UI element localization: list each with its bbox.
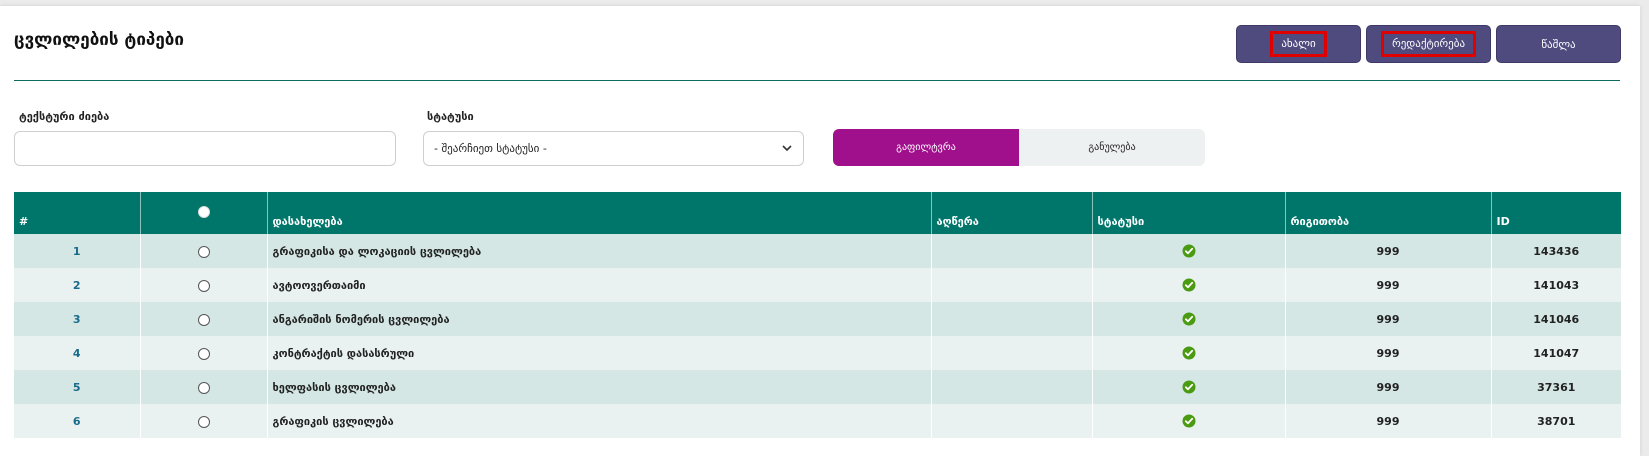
types-table: # დასახელება აღწერა სტატუსი რიგითობა ID … (14, 192, 1621, 438)
row-number: 3 (14, 302, 141, 336)
row-select-cell (140, 302, 268, 336)
page-title: ცვლილების ტიპები (14, 30, 184, 50)
table-header-row: # დასახელება აღწერა სტატუსი რიგითობა ID (14, 192, 1621, 234)
row-description (931, 268, 1093, 302)
row-status (1092, 404, 1286, 438)
new-button-label: ახალი (1270, 31, 1327, 57)
row-select-cell (140, 404, 268, 438)
header-divider (14, 80, 1620, 81)
row-description (931, 404, 1093, 438)
delete-button[interactable]: წაშლა (1496, 25, 1621, 63)
row-select-radio[interactable] (197, 381, 210, 394)
row-order: 999 (1285, 268, 1492, 302)
text-search-label: ტექსტური ძიება (19, 110, 110, 123)
row-select-radio[interactable] (197, 245, 210, 258)
row-name: გრაფიკისა და ლოკაციის ცვლილება (267, 234, 932, 268)
row-select-cell (140, 268, 268, 302)
row-description (931, 336, 1093, 370)
row-select-radio[interactable] (197, 347, 210, 360)
table-row[interactable]: 2 ავტოოვერთაიმი 999 141043 (14, 268, 1621, 302)
check-circle-icon (1182, 346, 1195, 360)
table-row[interactable]: 6 გრაფიკის ცვლილება 999 38701 (14, 404, 1621, 438)
row-status (1092, 370, 1286, 404)
top-actions: ახალი რედაქტირება წაშლა (1236, 25, 1621, 63)
filter-actions: გაფილტვრა განულება (833, 129, 1205, 166)
row-id: 37361 (1537, 380, 1576, 394)
col-header-num: # (14, 192, 141, 234)
text-search-input[interactable] (14, 131, 396, 166)
check-circle-icon (1182, 244, 1195, 258)
table-row[interactable]: 1 გრაფიკისა და ლოკაციის ცვლილება 999 143436 (14, 234, 1621, 268)
row-order: 999 (1285, 302, 1492, 336)
table-row[interactable]: 5 ხელფასის ცვლილება 999 37361 (14, 370, 1621, 404)
row-select-radio[interactable] (197, 313, 210, 326)
reset-button[interactable]: განულება (1019, 129, 1205, 166)
col-header-status[interactable]: სტატუსი (1092, 192, 1286, 234)
row-select-radio[interactable] (197, 279, 210, 292)
check-circle-icon (1182, 380, 1195, 394)
row-id: 141046 (1533, 312, 1580, 326)
edit-button-label: რედაქტირება (1380, 31, 1477, 57)
row-status (1092, 302, 1286, 336)
row-id: 143436 (1533, 244, 1580, 258)
row-name: ანგარიშის ნომერის ცვლილება (267, 302, 932, 336)
row-number: 4 (14, 336, 141, 370)
table-row[interactable]: 3 ანგარიშის ნომერის ცვლილება 999 141046 (14, 302, 1621, 336)
row-select-cell (140, 234, 268, 268)
status-select-value: - შეარჩიეთ სტატუსი - (434, 142, 547, 155)
row-order: 999 (1285, 336, 1492, 370)
row-name: ხელფასის ცვლილება (267, 370, 932, 404)
row-number: 2 (14, 268, 141, 302)
row-select-cell (140, 370, 268, 404)
row-id: 141043 (1533, 278, 1580, 292)
delete-button-label: წაშლა (1541, 37, 1576, 51)
col-header-order[interactable]: რიგითობა (1285, 192, 1492, 234)
check-circle-icon (1182, 414, 1195, 428)
row-status (1092, 234, 1286, 268)
row-select-radio[interactable] (197, 415, 210, 428)
edit-button[interactable]: რედაქტირება (1366, 25, 1491, 63)
row-order: 999 (1285, 404, 1492, 438)
row-name: ავტოოვერთაიმი (267, 268, 932, 302)
row-description (931, 370, 1093, 404)
row-number: 6 (14, 404, 141, 438)
row-order: 999 (1285, 370, 1492, 404)
new-button[interactable]: ახალი (1236, 25, 1361, 63)
col-header-id[interactable]: ID (1491, 192, 1621, 234)
row-select-cell (140, 336, 268, 370)
row-order: 999 (1285, 234, 1492, 268)
col-header-select (140, 192, 268, 234)
select-all-radio[interactable] (197, 205, 210, 218)
check-circle-icon (1182, 312, 1195, 326)
row-name: გრაფიკის ცვლილება (267, 404, 932, 438)
row-number: 1 (14, 234, 141, 268)
row-name: კონტრაქტის დასასრული (267, 336, 932, 370)
table-row[interactable]: 4 კონტრაქტის დასასრული 999 141047 (14, 336, 1621, 370)
col-header-description[interactable]: აღწერა (931, 192, 1093, 234)
row-description (931, 302, 1093, 336)
table-body: 1 გრაფიკისა და ლოკაციის ცვლილება 999 143436… (14, 234, 1621, 438)
row-number: 5 (14, 370, 141, 404)
row-status (1092, 336, 1286, 370)
row-id: 141047 (1533, 346, 1580, 360)
chevron-down-icon (782, 145, 792, 152)
status-select[interactable]: - შეარჩიეთ სტატუსი - (423, 131, 804, 166)
row-id: 38701 (1537, 414, 1576, 428)
filter-button[interactable]: გაფილტვრა (833, 129, 1019, 166)
check-circle-icon (1182, 278, 1195, 292)
main-panel: ცვლილების ტიპები ახალი რედაქტირება წაშლა… (0, 6, 1640, 456)
status-label: სტატუსი (427, 110, 474, 123)
col-header-name[interactable]: დასახელება (267, 192, 932, 234)
row-description (931, 234, 1093, 268)
row-status (1092, 268, 1286, 302)
